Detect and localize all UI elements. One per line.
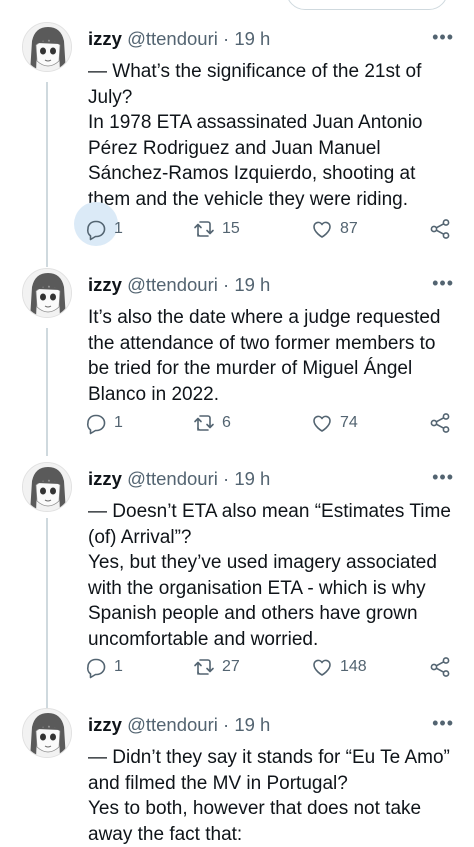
tweet-text-line: — Doesn’t ETA also mean “Estimates Time … [88,501,451,548]
tweet-text: It’s also the date where a judge request… [88,305,452,407]
avatar[interactable] [22,462,72,512]
share-icon [430,657,450,677]
like-button[interactable]: 148 [310,652,367,682]
separator-dot: · [223,274,230,295]
timestamp[interactable]: 19 h [234,28,270,49]
more-dots-icon[interactable]: ••• [432,26,454,48]
avatar-image [23,463,71,511]
tweet-header: izzy @ttendouri · 19 h [88,272,458,298]
user-handle[interactable]: @ttendouri [127,714,218,735]
tweet-text-line: It’s also the date where a judge request… [88,307,441,405]
heart-icon [313,415,331,432]
avatar[interactable] [22,22,72,72]
share-button[interactable] [428,214,452,244]
reply-icon [86,414,106,435]
avatar[interactable] [22,708,72,758]
user-handle[interactable]: @ttendouri [127,468,218,489]
tweet-header: izzy @ttendouri · 19 h [88,26,458,52]
display-name[interactable]: izzy [88,468,122,489]
retweet-icon [194,659,214,675]
reply-icon [86,658,106,679]
retweet-count: 15 [222,220,240,237]
like-count: 87 [340,220,358,237]
reply-count: 1 [114,658,123,675]
display-name[interactable]: izzy [88,274,122,295]
tweet-text-line: In 1978 ETA assassinated Juan Antonio Pé… [88,112,423,210]
retweet-icon [194,221,214,237]
avatar[interactable] [22,268,72,318]
more-dots-icon[interactable]: ••• [432,466,454,488]
more-dots-icon[interactable]: ••• [432,712,454,734]
tweet-header: izzy @ttendouri · 19 h [88,712,458,738]
tweet-text-line: Yes, but they’ve used imagery associated… [88,552,437,650]
avatar-image [23,709,71,757]
action-bar: 1 27 148 [84,652,456,682]
tweet-header: izzy @ttendouri · 19 h [88,466,458,492]
retweet-button[interactable]: 27 [192,652,240,682]
share-icon [430,413,450,433]
user-handle[interactable]: @ttendouri [127,28,218,49]
heart-icon [313,221,331,238]
tweet[interactable]: izzy @ttendouri · 19 h ••• — Didn’t they… [0,708,474,845]
share-icon [430,219,450,239]
timestamp[interactable]: 19 h [234,468,270,489]
timestamp[interactable]: 19 h [234,714,270,735]
retweet-count: 27 [222,658,240,675]
separator-dot: · [223,28,230,49]
retweet-icon [194,415,214,431]
tweet-text-line: — Didn’t they say it stands for “Eu Te A… [88,747,450,794]
timestamp[interactable]: 19 h [234,274,270,295]
reply-icon [86,220,106,241]
reply-count: 1 [114,220,123,237]
retweet-button[interactable]: 6 [192,408,231,438]
like-button[interactable]: 87 [310,214,358,244]
action-bar: 1 15 87 [74,202,456,246]
retweet-count: 6 [222,414,231,431]
user-handle[interactable]: @ttendouri [127,274,218,295]
tweet[interactable]: izzy @ttendouri · 19 h ••• — What’s the … [0,22,474,252]
action-bar: 1 6 74 [84,408,456,438]
avatar-image [23,269,71,317]
tweet-text-line: Yes to both, however that does not take … [88,798,422,845]
tweet-text-line: — What’s the significance of the 21st of… [88,61,422,108]
display-name[interactable]: izzy [88,714,122,735]
tweet[interactable]: izzy @ttendouri · 19 h ••• It’s also the… [0,268,474,448]
like-count: 148 [340,658,367,675]
display-name[interactable]: izzy [88,28,122,49]
heart-icon [313,659,331,676]
separator-dot: · [223,714,230,735]
reply-button[interactable]: 1 [74,202,123,246]
reply-button[interactable]: 1 [84,408,123,438]
tweet-text: — Didn’t they say it stands for “Eu Te A… [88,745,452,847]
like-count: 74 [340,414,358,431]
more-dots-icon[interactable]: ••• [432,272,454,294]
share-button[interactable] [428,408,452,438]
reply-button[interactable]: 1 [84,652,123,682]
separator-dot: · [223,468,230,489]
retweet-button[interactable]: 15 [192,214,240,244]
reply-count: 1 [114,414,123,431]
tweet[interactable]: izzy @ttendouri · 19 h ••• — Doesn’t ETA… [0,462,474,692]
tweet-text: — What’s the significance of the 21st of… [88,59,452,212]
avatar-image [23,23,71,71]
tweet-text: — Doesn’t ETA also mean “Estimates Time … [88,499,452,652]
top-partial-button[interactable] [286,0,448,10]
share-button[interactable] [428,652,452,682]
like-button[interactable]: 74 [310,408,358,438]
